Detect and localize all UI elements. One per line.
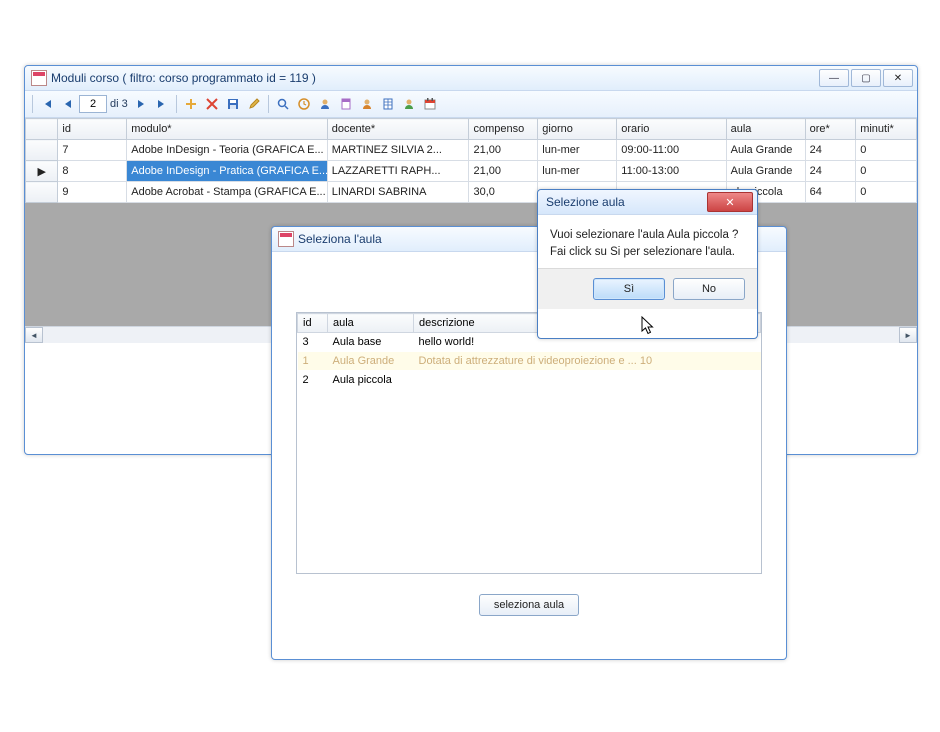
cell-minuti[interactable]: 0	[856, 161, 917, 182]
save-icon[interactable]	[223, 94, 243, 114]
table-row[interactable]: 9Adobe Acrobat - Stampa (GRAFICA E...LIN…	[26, 182, 917, 203]
confirm-dialog: Selezione aula ✕ Vuoi selezionare l'aula…	[537, 189, 758, 339]
close-button[interactable]: ✕	[707, 192, 753, 212]
row-header[interactable]	[26, 182, 58, 203]
confirm-line1: Vuoi selezionare l'aula Aula piccola ?	[550, 227, 745, 244]
window-controls: — ▢ ✕	[817, 69, 913, 87]
cell-compenso[interactable]: 21,00	[469, 140, 538, 161]
list-cell-id[interactable]: 2	[298, 371, 328, 390]
cell-ore[interactable]: 24	[805, 161, 856, 182]
cell-id[interactable]: 7	[58, 140, 127, 161]
list-col-aula[interactable]: aula	[328, 314, 414, 333]
cell-id[interactable]: 8	[58, 161, 127, 182]
cell-minuti[interactable]: 0	[856, 140, 917, 161]
list-item[interactable]: 2Aula piccola	[298, 371, 761, 390]
col-orario[interactable]: orario	[617, 119, 726, 140]
row-header[interactable]	[26, 140, 58, 161]
table-row[interactable]: ▶8Adobe InDesign - Pratica (GRAFICA E...…	[26, 161, 917, 182]
user-orange-icon[interactable]	[357, 94, 377, 114]
cell-orario[interactable]: 09:00-11:00	[617, 140, 726, 161]
delete-icon[interactable]	[202, 94, 222, 114]
search-icon[interactable]	[273, 94, 293, 114]
seleziona-aula-button[interactable]: seleziona aula	[479, 594, 579, 616]
calendar-icon[interactable]	[420, 94, 440, 114]
cell-minuti[interactable]: 0	[856, 182, 917, 203]
last-record-icon[interactable]	[152, 94, 172, 114]
col-docente[interactable]: docente*	[327, 119, 469, 140]
prev-record-icon[interactable]	[58, 94, 78, 114]
cell-id[interactable]: 9	[58, 182, 127, 203]
first-record-icon[interactable]	[37, 94, 57, 114]
confirm-message: Vuoi selezionare l'aula Aula piccola ? F…	[538, 215, 757, 268]
user-icon[interactable]	[315, 94, 335, 114]
scroll-left-icon[interactable]: ◄	[25, 327, 43, 343]
col-aula[interactable]: aula	[726, 119, 805, 140]
user-green-icon[interactable]	[399, 94, 419, 114]
toolbar: di 3	[25, 91, 917, 118]
list-cell-aula[interactable]: Aula base	[328, 333, 414, 352]
confirm-title: Selezione aula	[538, 195, 707, 209]
cell-giorno[interactable]: lun-mer	[538, 161, 617, 182]
col-minuti[interactable]: minuti*	[856, 119, 917, 140]
form-grid-icon[interactable]	[378, 94, 398, 114]
confirm-line2: Fai click su Si per selezionare l'aula.	[550, 244, 745, 261]
cell-docente[interactable]: LINARDI SABRINA	[327, 182, 469, 203]
cell-docente[interactable]: LAZZARETTI RAPH...	[327, 161, 469, 182]
list-cell-desc[interactable]: Dotata di attrezzature di videoproiezion…	[414, 352, 761, 371]
minimize-button[interactable]: —	[819, 69, 849, 87]
cell-modulo[interactable]: Adobe InDesign - Teoria (GRAFICA E...	[127, 140, 327, 161]
col-compenso[interactable]: compenso	[469, 119, 538, 140]
maximize-button[interactable]: ▢	[851, 69, 881, 87]
form-purple-icon[interactable]	[336, 94, 356, 114]
main-titlebar[interactable]: Moduli corso ( filtro: corso programmato…	[25, 66, 917, 91]
clock-icon[interactable]	[294, 94, 314, 114]
close-button[interactable]: ✕	[883, 69, 913, 87]
scroll-right-icon[interactable]: ►	[899, 327, 917, 343]
no-button[interactable]: No	[673, 278, 745, 300]
cell-modulo[interactable]: Adobe InDesign - Pratica (GRAFICA E...	[127, 161, 327, 182]
cell-modulo[interactable]: Adobe Acrobat - Stampa (GRAFICA E...	[127, 182, 327, 203]
list-item[interactable]: 1Aula GrandeDotata di attrezzature di vi…	[298, 352, 761, 371]
table-row[interactable]: 7Adobe InDesign - Teoria (GRAFICA E...MA…	[26, 140, 917, 161]
main-title: Moduli corso ( filtro: corso programmato…	[51, 71, 817, 85]
col-giorno[interactable]: giorno	[538, 119, 617, 140]
list-cell-id[interactable]: 1	[298, 352, 328, 371]
edit-icon[interactable]	[244, 94, 264, 114]
cell-ore[interactable]: 24	[805, 140, 856, 161]
cell-orario[interactable]: 11:00-13:00	[617, 161, 726, 182]
list-cell-desc[interactable]	[414, 371, 761, 390]
cell-compenso[interactable]: 21,00	[469, 161, 538, 182]
cell-aula[interactable]: Aula Grande	[726, 161, 805, 182]
cell-aula[interactable]: Aula Grande	[726, 140, 805, 161]
record-position-input[interactable]	[79, 95, 107, 113]
cell-giorno[interactable]: lun-mer	[538, 140, 617, 161]
confirm-buttons: Sì No	[538, 268, 757, 309]
col-modulo[interactable]: modulo*	[127, 119, 327, 140]
list-col-id[interactable]: id	[298, 314, 328, 333]
cell-compenso[interactable]: 30,0	[469, 182, 538, 203]
list-cell-aula[interactable]: Aula Grande	[328, 352, 414, 371]
list-cell-id[interactable]: 3	[298, 333, 328, 352]
data-grid[interactable]: id modulo* docente* compenso giorno orar…	[25, 118, 917, 203]
row-header[interactable]: ▶	[26, 161, 58, 182]
col-id[interactable]: id	[58, 119, 127, 140]
next-record-icon[interactable]	[131, 94, 151, 114]
col-ore[interactable]: ore*	[805, 119, 856, 140]
form-icon	[278, 231, 294, 247]
cell-docente[interactable]: MARTINEZ SILVIA 2...	[327, 140, 469, 161]
yes-button[interactable]: Sì	[593, 278, 665, 300]
cell-ore[interactable]: 64	[805, 182, 856, 203]
record-total-label: di 3	[110, 98, 128, 110]
form-icon	[31, 70, 47, 86]
add-icon[interactable]	[181, 94, 201, 114]
confirm-titlebar[interactable]: Selezione aula ✕	[538, 190, 757, 215]
grid-header-row: id modulo* docente* compenso giorno orar…	[26, 119, 917, 140]
list-cell-aula[interactable]: Aula piccola	[328, 371, 414, 390]
aula-list[interactable]: id aula descrizione 3Aula basehello worl…	[296, 312, 762, 574]
